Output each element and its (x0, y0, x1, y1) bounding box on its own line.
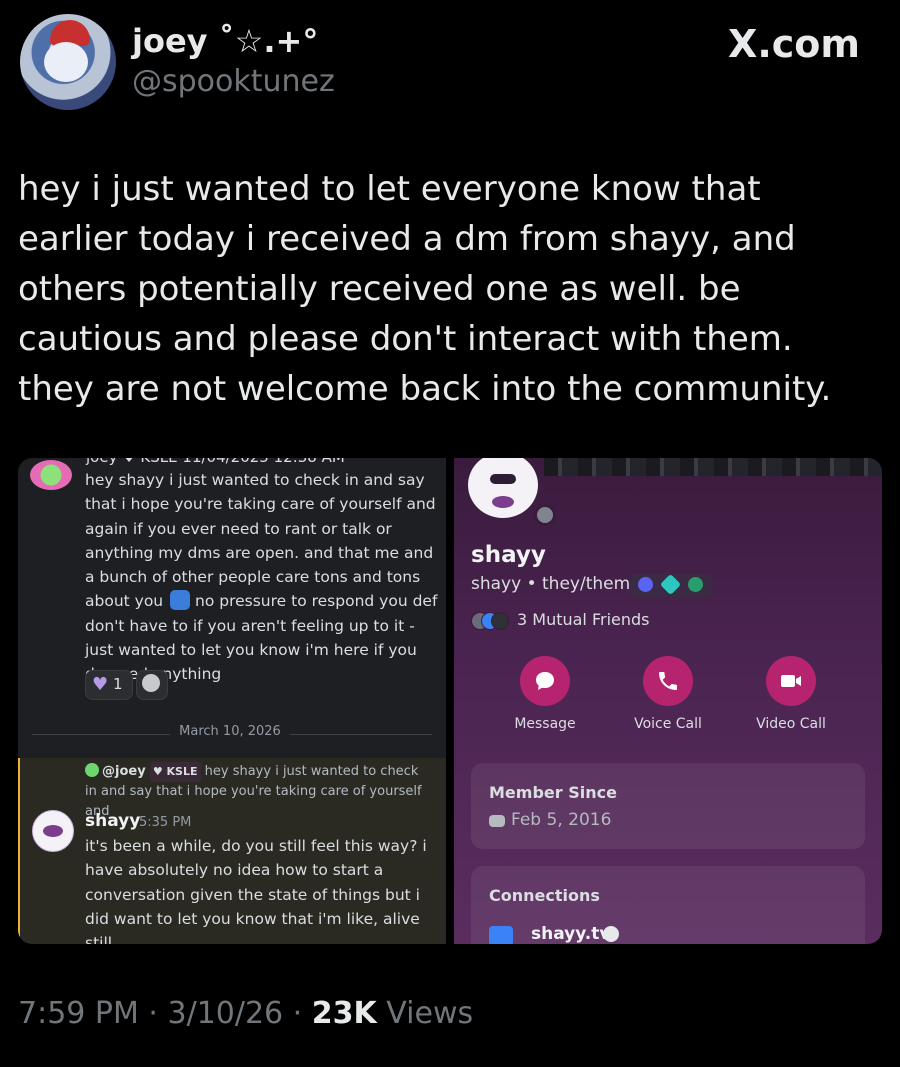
member-since-date: Feb 5, 2016 (511, 810, 612, 830)
reaction-count: 1 (113, 675, 123, 693)
phone-icon (659, 672, 677, 690)
dm-screenshot[interactable]: joey ♥ KSLE 11/04/2025 12:38 AM hey shay… (18, 458, 446, 944)
message-joey: hey shayy i just wanted to check in and … (85, 468, 440, 687)
views-label: Views (376, 996, 474, 1031)
pfp-eyes-shape (490, 474, 516, 484)
message-timestamp: 5:35 PM (139, 815, 192, 830)
joey-avatar (30, 460, 72, 490)
views-count: 23K (311, 996, 377, 1031)
date-divider: March 10, 2026 (179, 724, 281, 739)
hug-emoji-icon (170, 590, 191, 611)
purple-heart-icon: ♥ (92, 674, 109, 695)
add-reaction-button[interactable] (136, 670, 168, 700)
hashtag-badge-icon (688, 577, 703, 592)
avatar-face-shape (44, 42, 88, 82)
verified-check-icon (603, 926, 619, 942)
video-camera-icon (781, 675, 801, 687)
member-since-title: Member Since (489, 783, 617, 802)
profile-badges[interactable] (630, 573, 712, 597)
display-name[interactable]: joey ˚☆.+° (132, 22, 318, 60)
voice-call-button-label: Voice Call (634, 716, 702, 732)
chat-bubble-icon (536, 672, 554, 690)
profile-screenshot: shayy shayy • they/them 3 Mutual Friends… (454, 458, 882, 944)
member-since-card: Member Since Feb 5, 2016 (471, 763, 865, 849)
site-logo: X.com (728, 22, 860, 66)
diamond-badge-icon (659, 573, 682, 596)
shayy-avatar[interactable] (32, 810, 74, 852)
heart-reaction[interactable]: ♥ 1 (85, 670, 133, 700)
profile-picture[interactable] (468, 458, 538, 518)
connection-name[interactable]: shayy.tv (531, 924, 610, 944)
message-button-label: Message (514, 716, 576, 732)
connection-platform-icon (489, 926, 513, 944)
message-joey-part1: hey shayy i just wanted to check in and … (85, 471, 436, 611)
discord-logo-icon (489, 815, 505, 827)
status-indicator (534, 504, 556, 526)
tweet-meta: 7:59 PM · 3/10/26 · 23K Views (18, 996, 473, 1031)
smiley-icon (142, 674, 160, 692)
message-author[interactable]: shayy (85, 811, 140, 831)
message-button[interactable] (520, 656, 570, 706)
tweet-text: hey i just wanted to let everyone know t… (18, 169, 832, 409)
video-call-button-label: Video Call (756, 716, 826, 732)
connections-title: Connections (489, 886, 600, 905)
mutual-friends-avatars (471, 612, 511, 630)
divider-line (32, 734, 170, 735)
reply-avatar (85, 763, 99, 777)
video-call-button[interactable] (766, 656, 816, 706)
message-header-cutoff: joey ♥ KSLE 11/04/2025 12:38 AM (86, 458, 345, 466)
profile-username: shayy (471, 542, 546, 568)
profile-avatar[interactable] (20, 14, 116, 110)
divider-line (290, 734, 432, 735)
mutual-avatar (491, 612, 509, 630)
pfp-mouth-shape (492, 496, 514, 508)
user-handle[interactable]: @spooktunez (132, 64, 335, 99)
voice-call-button[interactable] (643, 656, 693, 706)
profile-banner (544, 458, 882, 476)
reply-mention[interactable]: @joey (102, 764, 146, 779)
tweet-timestamp[interactable]: 7:59 PM · 3/10/26 · (18, 996, 312, 1031)
connections-card: Connections shayy.tv (471, 866, 865, 944)
mutual-friends-link[interactable]: 3 Mutual Friends (517, 610, 650, 629)
profile-tagline: shayy • they/them (471, 574, 631, 594)
badge-icon (638, 577, 653, 592)
message-shayy: it's been a while, do you still feel thi… (85, 837, 427, 944)
reply-server-tag: ♥ KSLE (149, 762, 201, 782)
